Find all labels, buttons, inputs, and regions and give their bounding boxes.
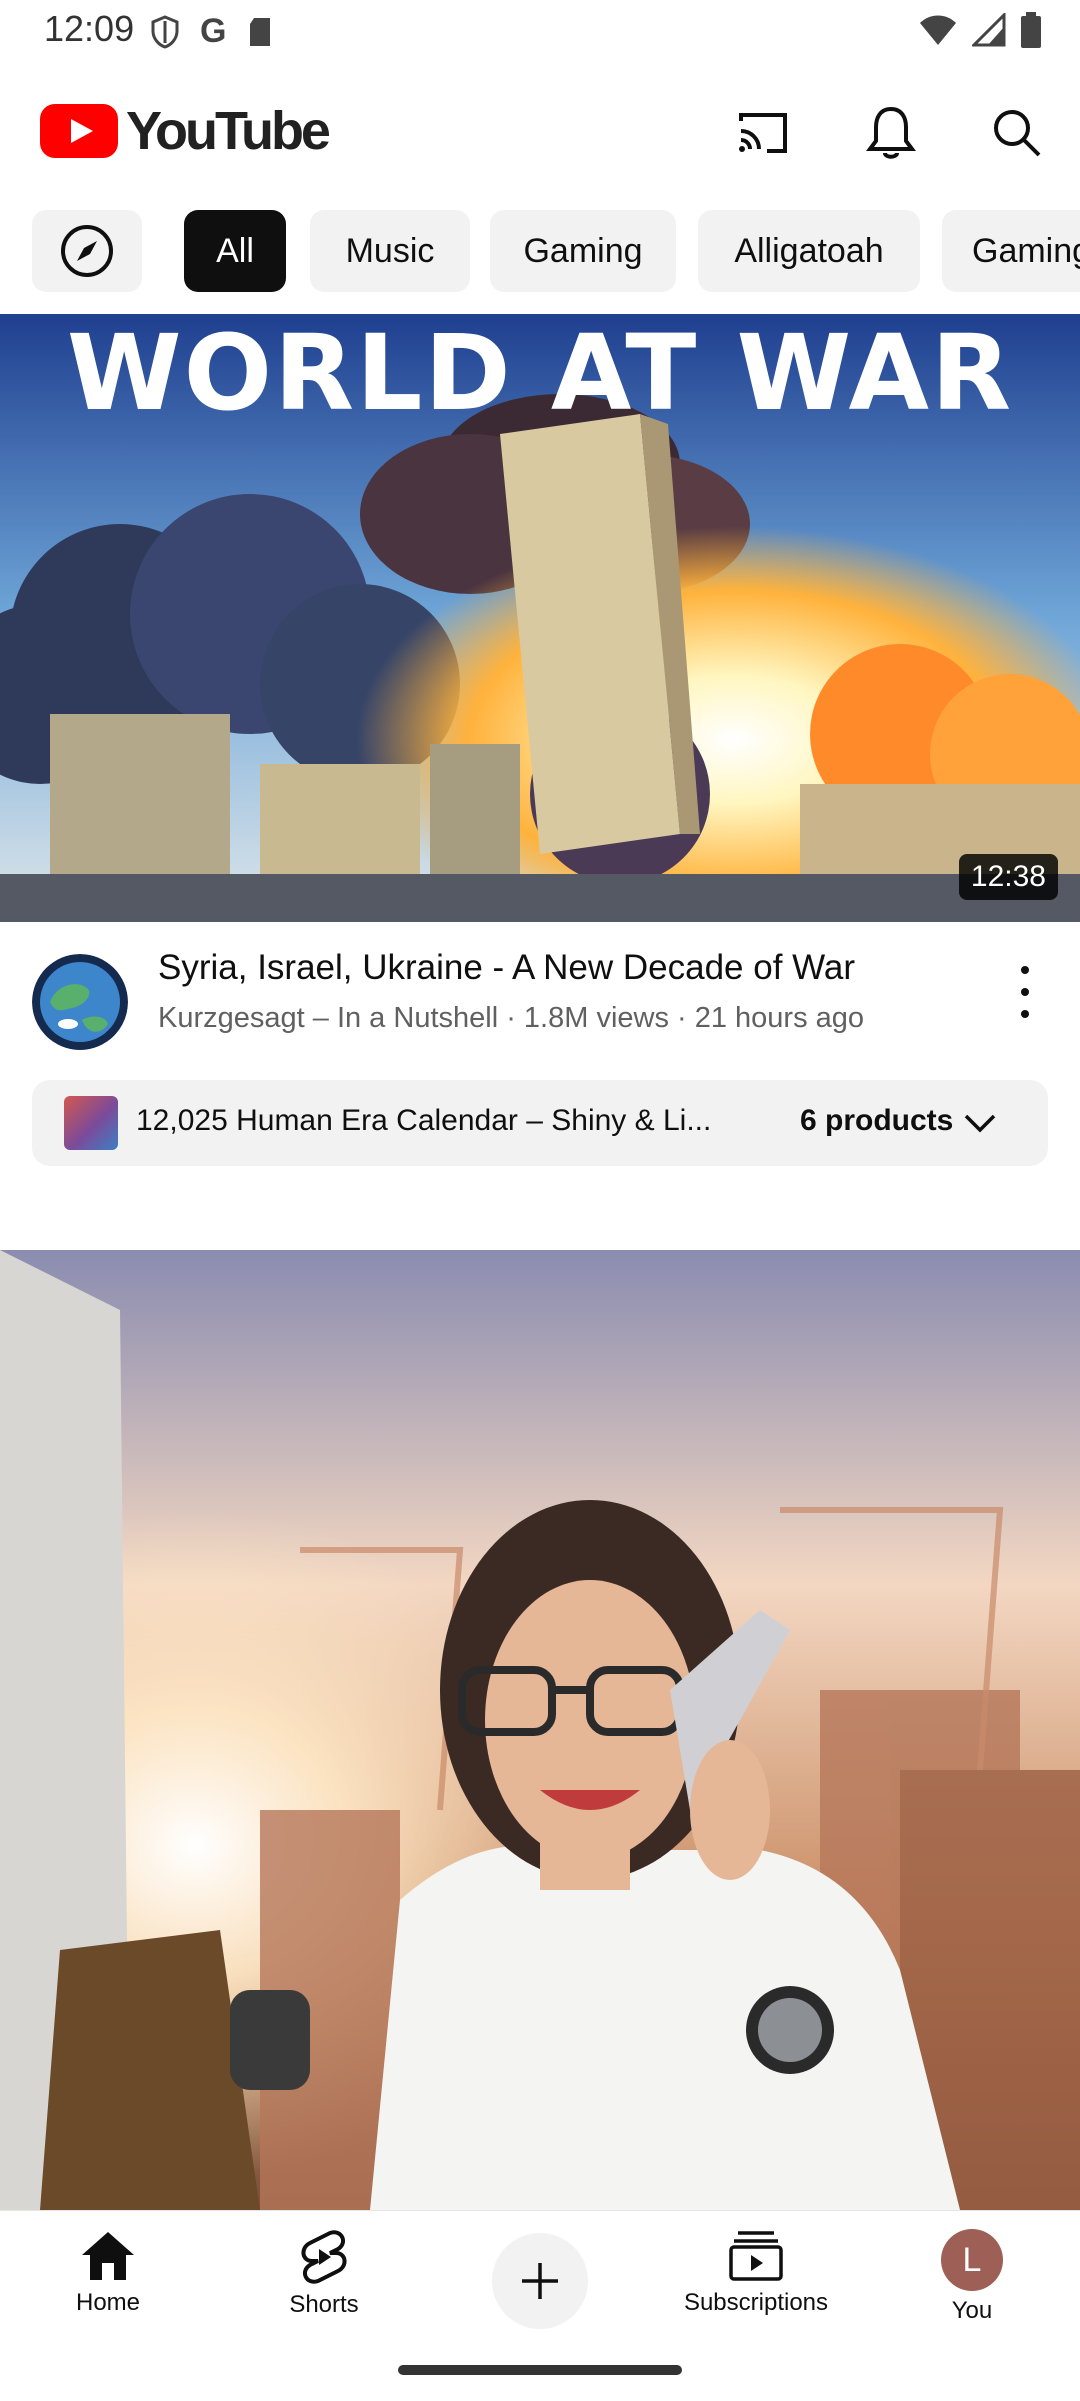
user-avatar: L bbox=[941, 2229, 1003, 2291]
status-time: 12:09 bbox=[44, 8, 135, 49]
product-name: 12,025 Human Era Calendar – Shiny & Li..… bbox=[136, 1104, 712, 1137]
cast-icon bbox=[739, 113, 787, 153]
search-icon bbox=[994, 110, 1041, 157]
video-duration: 12:38 bbox=[958, 854, 1058, 900]
video-meta: Syria, Israel, Ukraine - A New Decade of… bbox=[0, 940, 1080, 1070]
nav-subscriptions[interactable]: Subscriptions bbox=[676, 2229, 836, 2339]
chip-gaming-2[interactable]: Gaming bbox=[942, 210, 1080, 292]
gesture-bar bbox=[398, 2365, 682, 2375]
chevron-down-icon bbox=[964, 1114, 996, 1133]
chip-alligatoah[interactable]: Alligatoah bbox=[698, 210, 920, 292]
plus-icon bbox=[522, 2263, 558, 2299]
status-left-icons: G bbox=[150, 12, 274, 51]
google-icon: G bbox=[200, 12, 227, 50]
youtube-logo[interactable]: YouTube bbox=[40, 100, 331, 162]
nav-you[interactable]: L You bbox=[892, 2229, 1052, 2339]
kebab-dot bbox=[1021, 988, 1029, 996]
nav-subscriptions-label: Subscriptions bbox=[683, 2289, 829, 2316]
nav-you-label: You bbox=[951, 2297, 993, 2324]
bell-icon bbox=[866, 106, 916, 159]
products-shelf[interactable]: 12,025 Human Era Calendar – Shiny & Li..… bbox=[32, 1080, 1048, 1166]
shield-icon bbox=[151, 14, 179, 49]
video-thumbnail-2[interactable] bbox=[0, 1250, 1080, 2210]
nav-shorts-label: Shorts bbox=[289, 2291, 359, 2318]
kebab-dot bbox=[1021, 1010, 1029, 1018]
video-thumbnail[interactable]: WORLD AT WAR 12:38 bbox=[0, 314, 1080, 922]
home-icon bbox=[82, 2232, 134, 2280]
nav-shorts[interactable]: Shorts bbox=[244, 2229, 404, 2339]
create-button[interactable] bbox=[492, 2233, 588, 2329]
channel-avatar[interactable] bbox=[32, 954, 128, 1050]
cast-button[interactable] bbox=[728, 98, 798, 168]
shorts-icon bbox=[301, 2230, 347, 2284]
chip-all[interactable]: All bbox=[184, 210, 286, 292]
thumbnail-photo bbox=[0, 1250, 1080, 2210]
explore-chip[interactable] bbox=[32, 210, 142, 292]
status-bar: 12:09 G bbox=[0, 0, 1080, 62]
chip-gaming[interactable]: Gaming bbox=[490, 210, 676, 292]
app-header: YouTube bbox=[0, 62, 1080, 192]
youtube-play-icon bbox=[40, 104, 118, 158]
video-title[interactable]: Syria, Israel, Ukraine - A New Decade of… bbox=[158, 948, 855, 988]
chip-music[interactable]: Music bbox=[310, 210, 470, 292]
thumbnail-title: WORLD AT WAR bbox=[66, 314, 1014, 434]
kebab-dot bbox=[1021, 966, 1029, 974]
wifi-icon bbox=[920, 15, 956, 45]
subscriptions-icon bbox=[729, 2231, 783, 2281]
sd-card-icon bbox=[250, 17, 271, 46]
search-button[interactable] bbox=[982, 98, 1052, 168]
category-chips: All Music Gaming Alligatoah Gaming bbox=[0, 208, 1080, 294]
product-thumbnail bbox=[64, 1096, 118, 1150]
video-subtitle: Kurzgesagt – In a Nutshell · 1.8M views … bbox=[158, 1002, 865, 1034]
more-options-button[interactable] bbox=[1010, 962, 1040, 1022]
nav-home[interactable]: Home bbox=[28, 2229, 188, 2339]
compass-icon bbox=[61, 225, 113, 277]
nav-home-label: Home bbox=[75, 2289, 141, 2316]
status-right-icons bbox=[918, 12, 1042, 48]
products-count: 6 products bbox=[800, 1104, 954, 1137]
battery-icon bbox=[1021, 12, 1041, 48]
cell-signal-icon bbox=[972, 13, 1006, 47]
notifications-button[interactable] bbox=[856, 98, 926, 168]
brand-name: YouTube bbox=[126, 101, 331, 161]
